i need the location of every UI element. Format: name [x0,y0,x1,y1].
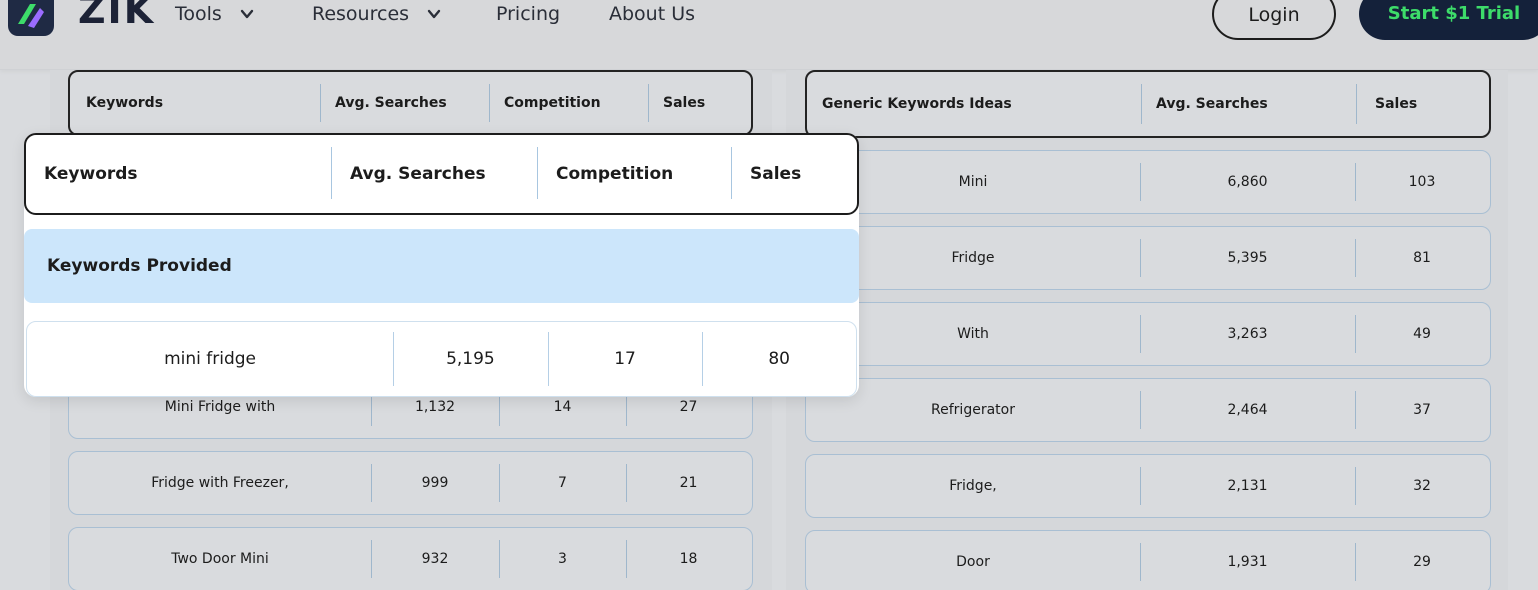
nav-about-label: About Us [609,3,696,25]
provided-keyword-row[interactable]: mini fridge 5,195 17 80 [26,321,857,397]
table-row[interactable]: With 3,263 49 [805,302,1491,366]
cell-keyword: Fridge, [949,478,997,494]
start-trial-button[interactable]: Start $1 Trial [1359,0,1538,40]
nav-resources[interactable]: Resources [312,3,441,25]
cell-avg-searches: 5,195 [393,322,548,396]
cell-sales: 80 [702,322,856,396]
nav-pricing-label: Pricing [496,3,561,25]
col-header-sales: Sales [731,135,857,213]
col-header-avg-searches: Avg. Searches [320,72,489,134]
cell-keyword: Fridge with Freezer, [151,475,289,491]
col-header-sales: Sales [1356,72,1489,136]
cell-sales: 18 [626,528,751,590]
cell-sales: 37 [1355,379,1489,441]
table-row[interactable]: Mini 6,860 103 [805,150,1491,214]
chevron-down-icon [427,9,441,19]
col-header-avg-searches: Avg. Searches [331,135,537,213]
cell-avg-searches: 1,931 [1140,531,1355,590]
cell-sales: 32 [1355,455,1489,517]
cell-competition: 3 [499,528,626,590]
nav-resources-label: Resources [312,3,410,25]
nav-tools-label: Tools [175,3,222,25]
cell-sales: 103 [1355,151,1489,213]
cell-avg-searches: 2,464 [1140,379,1355,441]
cell-keyword: Two Door Mini [171,551,269,567]
chevron-down-icon [240,9,254,19]
col-header-avg-searches: Avg. Searches [1141,72,1356,136]
cell-avg-searches: 932 [371,528,499,590]
cell-keyword: Door [956,554,990,570]
table-row[interactable]: Fridge 5,395 81 [805,226,1491,290]
table-row[interactable]: Fridge with Freezer, 999 7 21 [68,451,753,515]
cell-sales: 29 [1355,531,1489,590]
table-row[interactable]: Refrigerator 2,464 37 [805,378,1491,442]
brand-name[interactable]: ZIK [78,0,155,32]
cell-avg-searches: 999 [371,452,499,514]
col-header-keywords: Keywords [86,95,164,111]
generic-table-header: Generic Keywords Ideas Avg. Searches Sal… [805,70,1491,138]
nav-tools[interactable]: Tools [175,3,254,25]
keywords-provided-card: Keywords Avg. Searches Competition Sales… [24,133,859,397]
cell-sales: 21 [626,452,751,514]
cell-keyword: mini fridge [164,349,257,369]
cell-competition: 17 [547,322,703,396]
cell-sales: 81 [1355,227,1489,289]
col-header-generic-keywords: Generic Keywords Ideas [822,96,1012,112]
col-header-competition: Competition [537,135,731,213]
top-navbar: ZIK Tools Resources Pricing About Us Log… [0,0,1538,70]
keywords-provided-section: Keywords Provided [24,229,859,303]
cell-avg-searches: 5,395 [1140,227,1355,289]
col-header-competition: Competition [489,72,648,134]
table-row[interactable]: Door 1,931 29 [805,530,1491,590]
overlay-table-header: Keywords Avg. Searches Competition Sales [24,133,859,215]
cell-avg-searches: 2,131 [1140,455,1355,517]
table-row[interactable]: Fridge, 2,131 32 [805,454,1491,518]
cell-avg-searches: 3,263 [1140,303,1355,365]
cell-competition: 7 [499,452,626,514]
brand-logo-icon[interactable] [8,0,54,36]
login-button[interactable]: Login [1212,0,1336,40]
nav-about[interactable]: About Us [609,3,695,25]
keywords-table-header: Keywords Avg. Searches Competition Sales [68,70,753,136]
col-header-sales: Sales [648,72,751,134]
table-row[interactable]: Two Door Mini 932 3 18 [68,527,753,590]
cell-sales: 49 [1355,303,1489,365]
col-header-keywords: Keywords [44,164,138,184]
nav-pricing[interactable]: Pricing [496,3,560,25]
cell-avg-searches: 6,860 [1140,151,1355,213]
